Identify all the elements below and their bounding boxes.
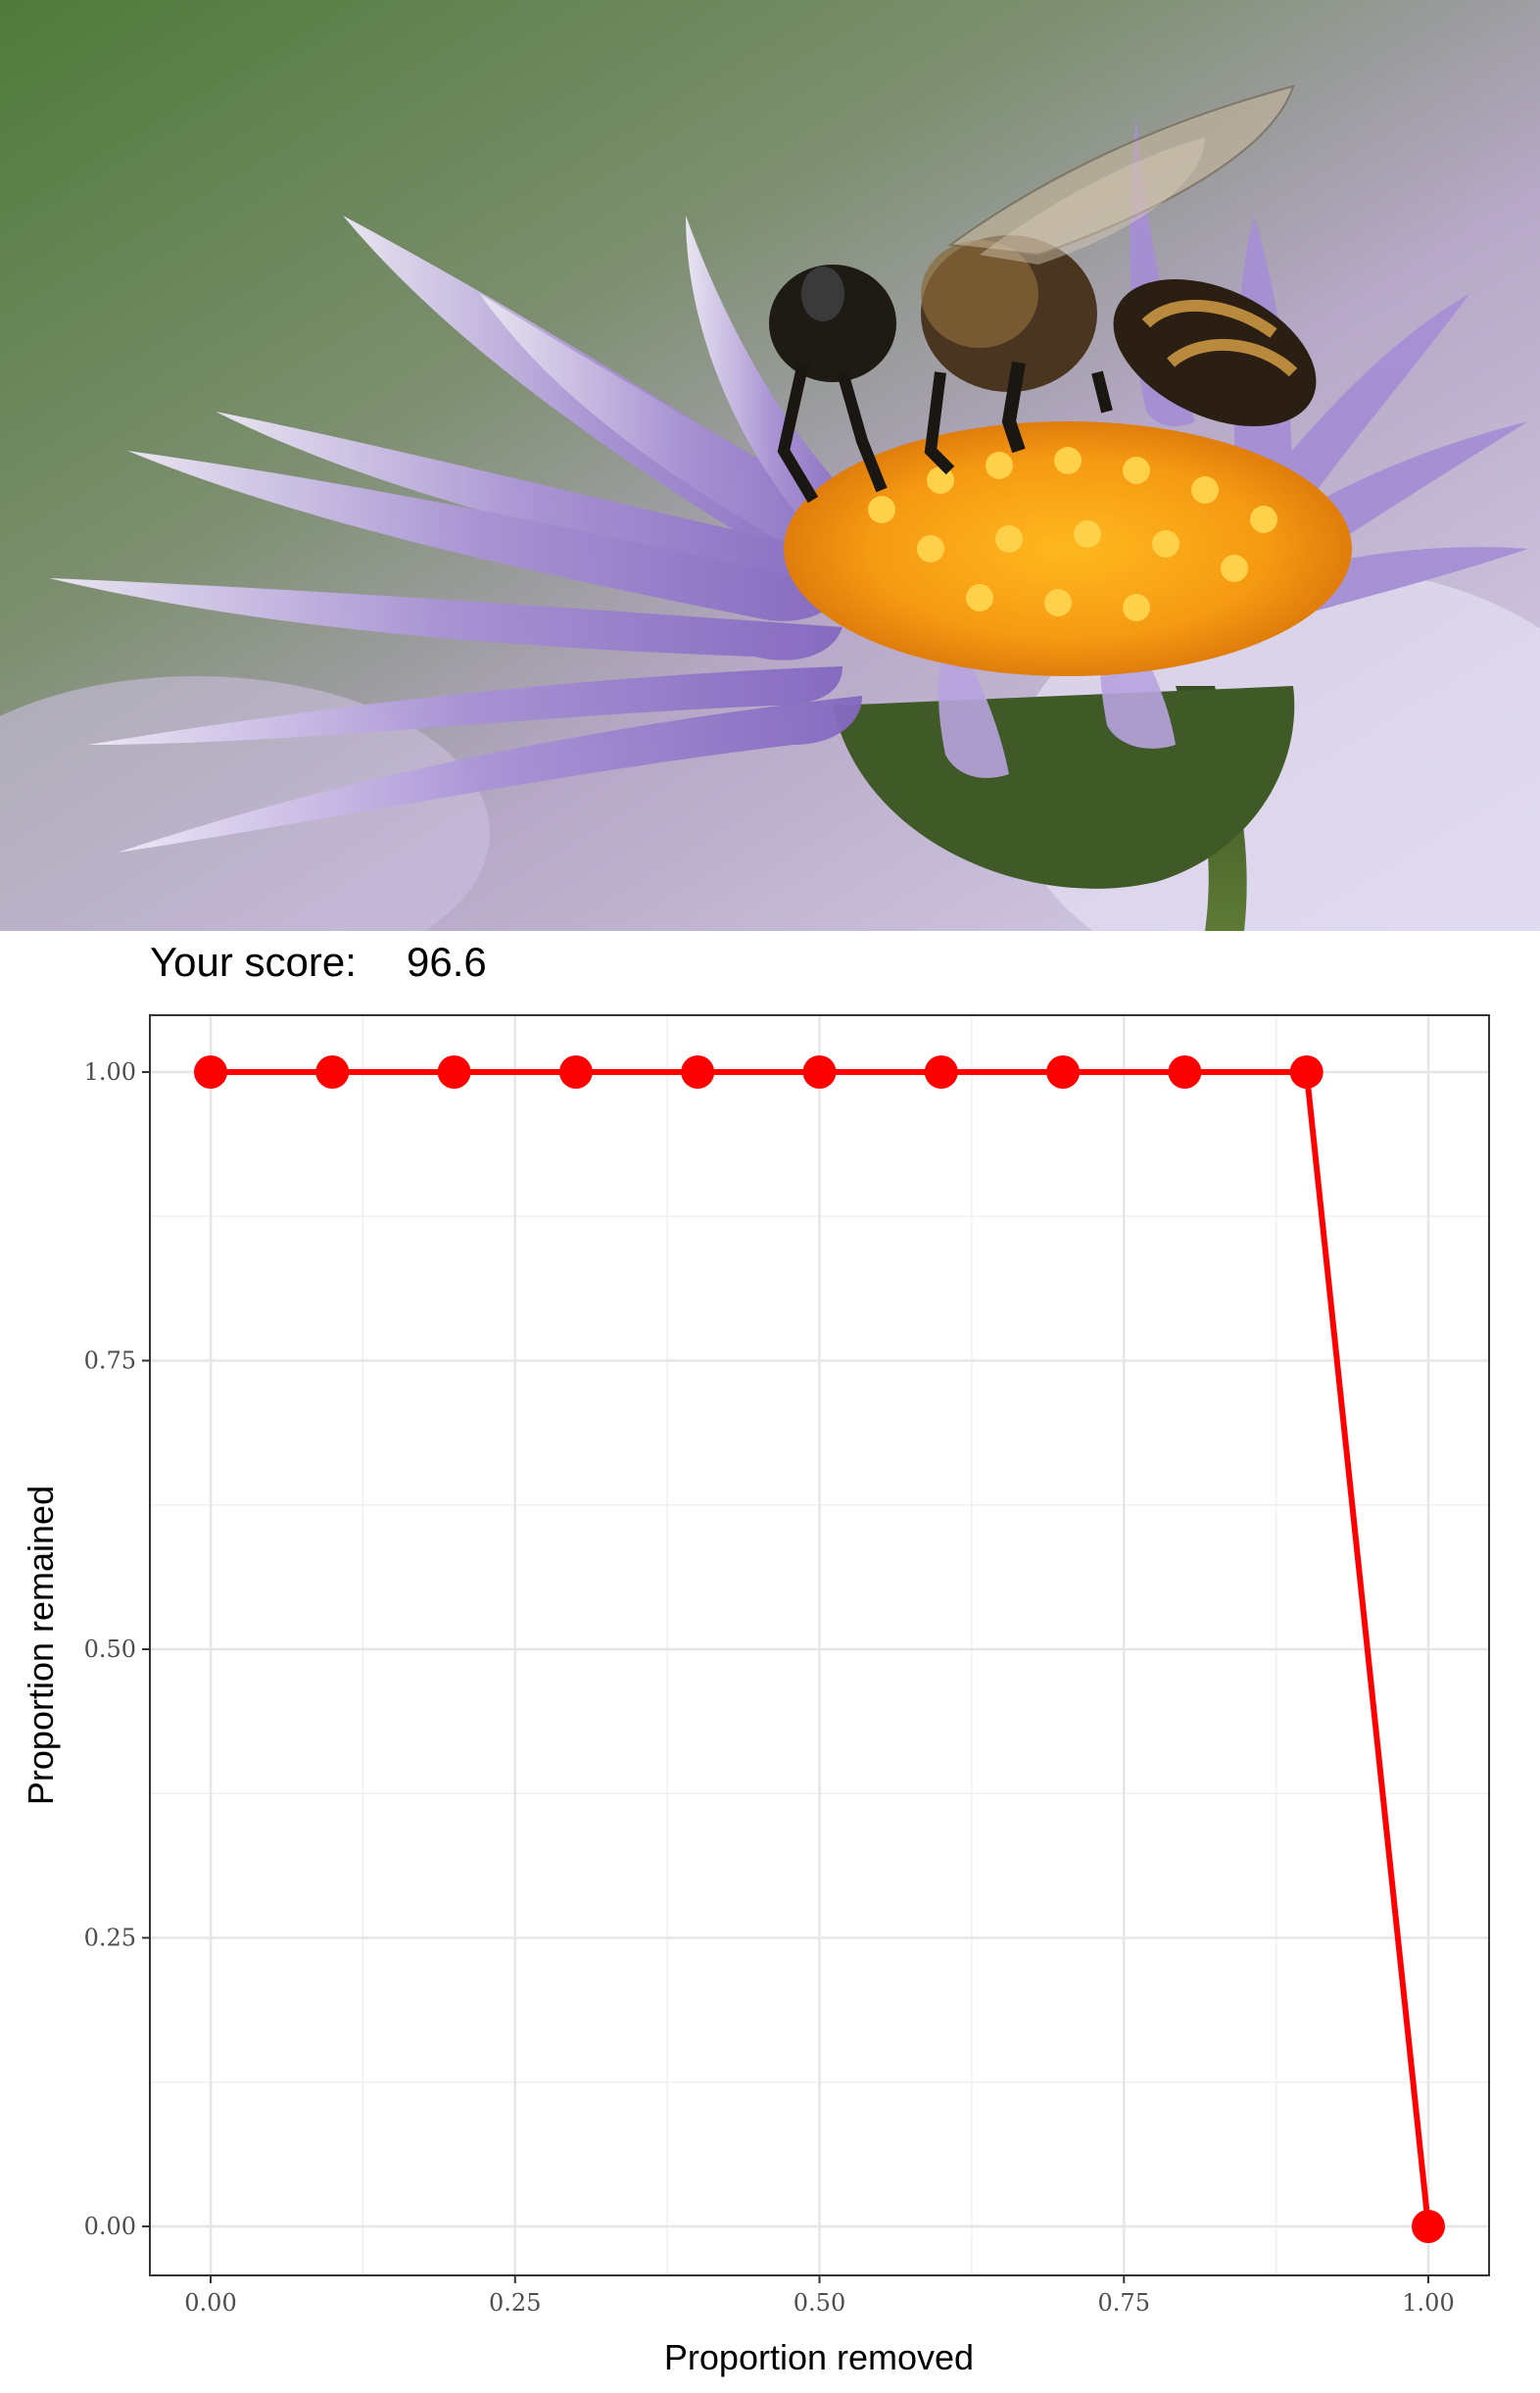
data-point [558, 1055, 593, 1089]
data-point [802, 1055, 837, 1089]
data-point [1289, 1055, 1323, 1089]
data-point [437, 1055, 471, 1089]
score-value: 96.6 [407, 939, 487, 985]
x-axis-ticks: 0.00 0.25 0.50 0.75 1.00 [184, 2275, 1455, 2317]
y-tick-label: 1.00 [84, 1058, 136, 1086]
y-tick-label: 0.75 [84, 1347, 136, 1375]
x-axis-title: Proportion removed [664, 2337, 974, 2377]
x-tick-label: 1.00 [1402, 2289, 1454, 2317]
x-tick-label: 0.50 [794, 2289, 845, 2317]
data-point [194, 1055, 227, 1089]
data-point [1412, 2210, 1445, 2243]
x-tick-label: 0.00 [184, 2289, 236, 2317]
y-tick-label: 0.00 [84, 2213, 136, 2240]
bee-on-aster-photo [0, 0, 1540, 931]
x-tick-label: 0.75 [1098, 2289, 1150, 2317]
score-label: Your score: [150, 939, 357, 985]
y-axis-ticks: 0.00 0.25 0.50 0.75 1.00 [84, 1058, 150, 2240]
x-tick-label: 0.25 [489, 2289, 541, 2317]
data-point [1168, 1055, 1202, 1089]
data-point [681, 1055, 715, 1089]
y-tick-label: 0.50 [84, 1636, 136, 1663]
proportion-chart: Your score: 96.6 0.00 0.25 0.50 0.75 1.00 0.… [21, 939, 1490, 2377]
data-point [924, 1055, 958, 1089]
y-tick-label: 0.25 [84, 1925, 136, 1952]
y-axis-title: Proportion remained [21, 1486, 61, 1805]
data-point [1046, 1055, 1081, 1089]
data-point [315, 1055, 350, 1089]
